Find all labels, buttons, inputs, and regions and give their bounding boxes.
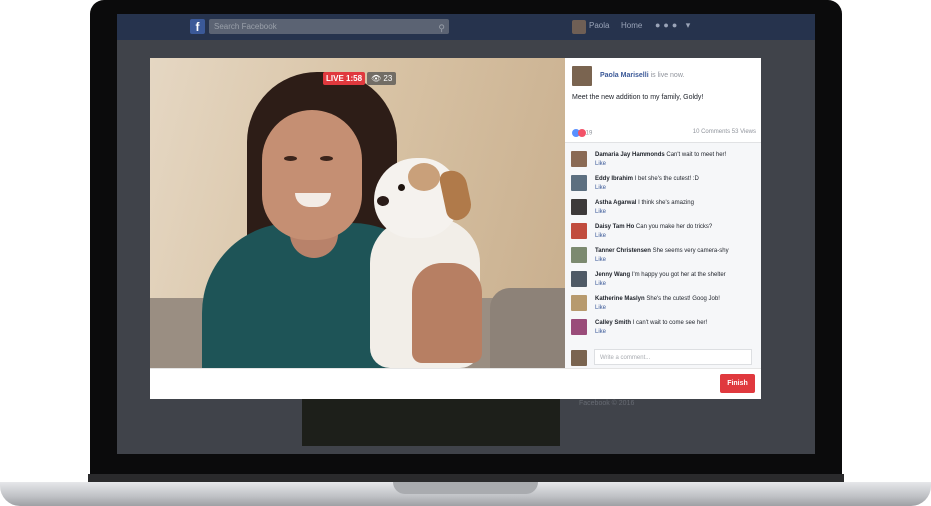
- comment-text: Can't wait to meet her!: [664, 152, 727, 158]
- poster-status-text: is live now.: [648, 72, 685, 79]
- background-photo: [302, 396, 560, 446]
- commenter-name[interactable]: Damaria Jay Hammonds: [595, 152, 665, 158]
- commenter-avatar[interactable]: [571, 319, 587, 335]
- commenter-name[interactable]: Daisy Tam Ho: [595, 224, 634, 230]
- list-item: Calley Smith I can't wait to come see he…: [571, 319, 757, 341]
- like-link[interactable]: Like: [595, 185, 606, 191]
- commenter-avatar[interactable]: [571, 295, 587, 311]
- list-item: Damaria Jay Hammonds Can't wait to meet …: [571, 151, 757, 173]
- commenter-avatar[interactable]: [571, 271, 587, 287]
- comment-input[interactable]: Write a comment...: [594, 349, 752, 365]
- laptop-hinge: [88, 474, 844, 482]
- list-item: Daisy Tam Ho Can you make her do tricks?…: [571, 223, 757, 245]
- video-person-face: [262, 110, 362, 240]
- comment-composer: Write a comment...: [565, 344, 761, 369]
- viewer-count-badge: 👁 23: [367, 72, 397, 85]
- background-footer-text: Facebook © 2016: [579, 400, 635, 407]
- home-link[interactable]: Home: [621, 21, 642, 30]
- laptop-notch: [393, 482, 538, 494]
- post-text: Meet the new addition to my family, Gold…: [572, 94, 704, 101]
- finish-button[interactable]: Finish: [720, 374, 755, 393]
- commenter-avatar[interactable]: [571, 247, 587, 263]
- commenter-name[interactable]: Jenny Wang: [595, 272, 630, 278]
- comment-text: She's the cutest! Goog Job!: [644, 296, 720, 302]
- comment-text: She seems very camera-shy: [650, 248, 729, 254]
- notification-icons[interactable]: ●●● ▾: [655, 20, 693, 31]
- avatar: [571, 350, 587, 366]
- commenter-avatar[interactable]: [571, 151, 587, 167]
- commenter-avatar[interactable]: [571, 199, 587, 215]
- commenter-name[interactable]: Astha Agarwal: [595, 200, 636, 206]
- comments-list[interactable]: Damaria Jay Hammonds Can't wait to meet …: [565, 142, 761, 369]
- list-item: Eddy Ibrahim I bet she's the cutest! :D …: [571, 175, 757, 197]
- comment-text: I'm happy you got her at the shelter: [630, 272, 726, 278]
- facebook-logo[interactable]: f: [190, 19, 205, 34]
- search-icon[interactable]: ⚲: [438, 21, 445, 36]
- video-couch-arm: [490, 288, 565, 368]
- like-link[interactable]: Like: [595, 209, 606, 215]
- video-person-eye: [284, 156, 297, 161]
- video-dog-patch: [408, 163, 440, 191]
- search-input[interactable]: Search Facebook ⚲: [209, 19, 449, 34]
- search-placeholder: Search Facebook: [214, 22, 277, 31]
- video-dog-eye: [398, 184, 405, 191]
- commenter-avatar[interactable]: [571, 223, 587, 239]
- live-badge: LIVE 1:58: [323, 72, 366, 85]
- commenter-name[interactable]: Katherine Maslyn: [595, 296, 645, 302]
- avatar[interactable]: [572, 20, 586, 34]
- poster-avatar[interactable]: [572, 66, 592, 86]
- live-sidebar: Paola Mariselli is live now. Meet the ne…: [565, 58, 761, 369]
- poster-status: Paola Mariselli is live now.: [600, 72, 684, 79]
- video-dog-nose: [377, 196, 389, 206]
- commenter-avatar[interactable]: [571, 175, 587, 191]
- modal-footer: [150, 368, 761, 399]
- video-person-hand: [412, 263, 482, 363]
- video-person-eye: [320, 156, 333, 161]
- like-link[interactable]: Like: [595, 161, 606, 167]
- post-stats[interactable]: 10 Comments 53 Views: [693, 129, 756, 135]
- list-item: Astha Agarwal I think she's amazing Like: [571, 199, 757, 221]
- poster-name[interactable]: Paola Mariselli: [600, 72, 649, 79]
- like-link[interactable]: Like: [595, 233, 606, 239]
- comment-text: I can't wait to come see her!: [631, 320, 708, 326]
- comment-text: I bet she's the cutest! :D: [633, 176, 699, 182]
- profile-link[interactable]: Paola: [589, 21, 609, 30]
- live-video-modal: LIVE 1:58 👁 23 Paola Mariselli is live n…: [150, 58, 761, 399]
- commenter-name[interactable]: Calley Smith: [595, 320, 631, 326]
- comment-text: I think she's amazing: [636, 200, 694, 206]
- comment-text: Can you make her do tricks?: [634, 224, 713, 230]
- like-link[interactable]: Like: [595, 257, 606, 263]
- like-link[interactable]: Like: [595, 281, 606, 287]
- like-link[interactable]: Like: [595, 329, 606, 335]
- like-link[interactable]: Like: [595, 305, 606, 311]
- list-item: Katherine Maslyn She's the cutest! Goog …: [571, 295, 757, 317]
- list-item: Jenny Wang I'm happy you got her at the …: [571, 271, 757, 293]
- reactions-summary[interactable]: 19: [572, 129, 592, 137]
- commenter-name[interactable]: Eddy Ibrahim: [595, 176, 633, 182]
- facebook-topbar: f Search Facebook ⚲ Paola Home ●●● ▾: [117, 14, 815, 40]
- reaction-count: 19: [585, 130, 593, 137]
- list-item: Tanner Christensen She seems very camera…: [571, 247, 757, 269]
- live-video-player[interactable]: LIVE 1:58 👁 23: [150, 58, 565, 368]
- commenter-name[interactable]: Tanner Christensen: [595, 248, 651, 254]
